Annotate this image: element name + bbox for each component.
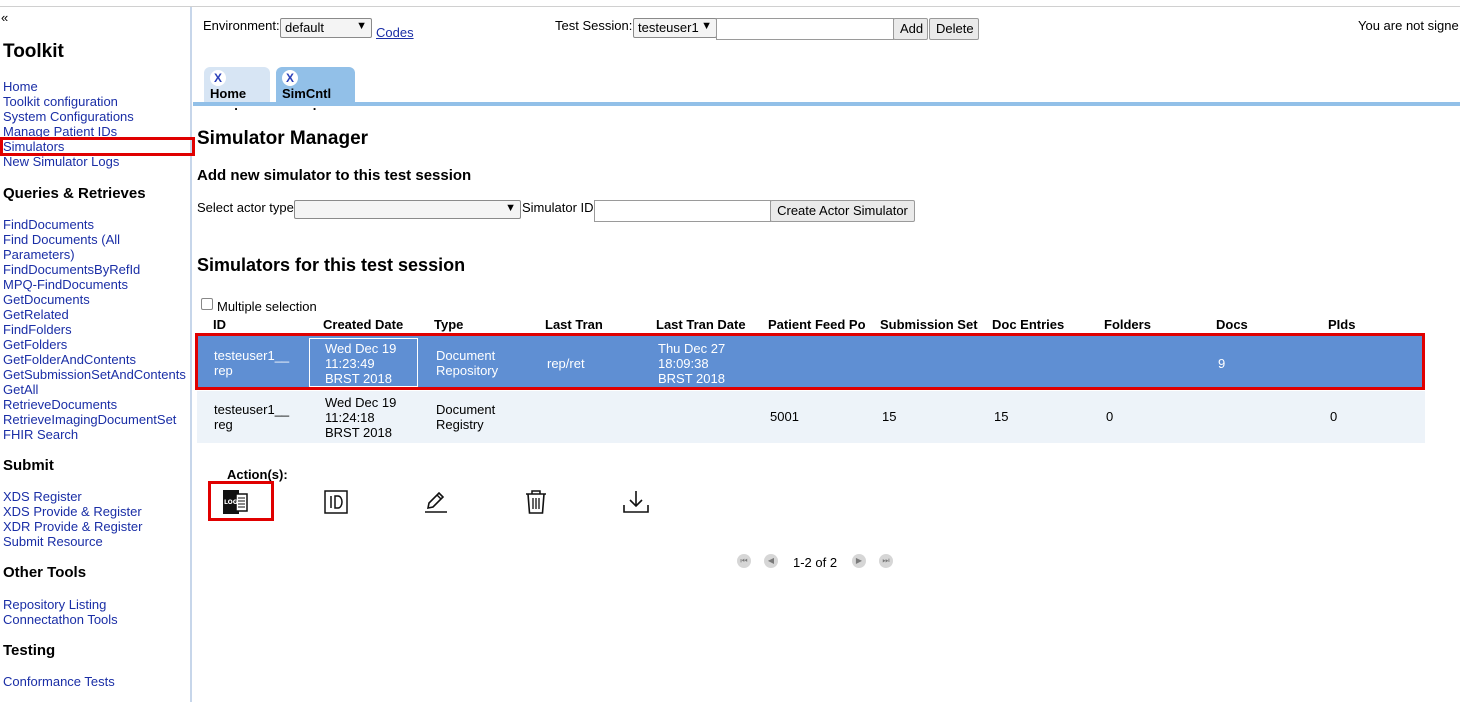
sidebar-title: Toolkit [3,41,64,62]
column-header-id[interactable]: ID [213,317,226,332]
collapse-sidebar-button[interactable]: « [1,10,8,25]
next-page-icon[interactable]: ▶ [852,554,866,568]
tab-home-label: Home [210,86,247,101]
pager-text: 1-2 of 2 [793,555,838,570]
sidebar: « Toolkit Home Toolkit configuration Sys… [0,7,191,702]
sidebar-link-findfolders[interactable]: FindFolders [3,322,72,337]
id-icon[interactable] [324,490,348,514]
actions-label: Action(s): [227,467,288,482]
tab-home[interactable]: XHome . [204,67,270,112]
cell-pids: 0 [1330,409,1338,424]
sidebar-link-home[interactable]: Home [3,79,38,94]
close-tab-icon[interactable]: X [210,70,226,86]
test-session-input[interactable] [716,18,894,40]
cell-folders: 0 [1106,409,1114,424]
delete-session-button[interactable]: Delete [929,18,979,40]
tab-bar-underline [193,102,1460,106]
first-page-icon[interactable]: ⏮ [737,554,751,568]
sidebar-splitter[interactable] [190,7,192,702]
column-header-pids[interactable]: PIds [1328,317,1355,332]
simulator-id-input[interactable] [594,200,771,222]
sidebar-heading-queries: Queries & Retrieves [3,185,146,202]
sidebar-link-new-simulator-logs[interactable]: New Simulator Logs [3,154,119,169]
codes-link[interactable]: Codes [376,25,414,40]
cell-created-date: Wed Dec 19 11:24:18 BRST 2018 [325,395,397,440]
cell-type: Document Registry [436,402,496,432]
dropdown-arrow-icon: ▼ [701,20,712,32]
dropdown-arrow-icon: ▼ [356,20,367,32]
sidebar-link-retrievedocuments[interactable]: RetrieveDocuments [3,397,117,412]
column-header-last-tran-date[interactable]: Last Tran Date [656,317,746,332]
cell-patient-feed: 5001 [770,409,799,424]
column-header-doc-entries[interactable]: Doc Entries [992,317,1064,332]
column-header-docs[interactable]: Docs [1216,317,1248,332]
sidebar-link-xds-register[interactable]: XDS Register [3,489,82,504]
sidebar-link-getsubmissionsetandcontents[interactable]: GetSubmissionSetAndContents [3,367,186,382]
previous-page-icon[interactable]: ◀ [764,554,778,568]
sidebar-link-getall[interactable]: GetAll [3,382,38,397]
highlight-log-action [208,481,274,521]
sidebar-link-repository-listing[interactable]: Repository Listing [3,597,106,612]
last-page-icon[interactable]: ⏭ [879,554,893,568]
sidebar-link-connectathon-tools[interactable]: Connectathon Tools [3,612,118,627]
sidebar-link-find-documents-all[interactable]: Find Documents (All [3,232,120,247]
tab-simcntl-label: SimCntl [282,86,332,101]
column-header-submission-set[interactable]: Submission Set [880,317,978,332]
table-row[interactable]: testeuser1__ reg Wed Dec 19 11:24:18 BRST 2… [197,391,1425,443]
edit-icon[interactable] [423,490,449,514]
multiple-selection-checkbox[interactable] [201,298,213,310]
sidebar-heading-submit: Submit [3,457,54,474]
page-title: Simulator Manager [197,128,369,149]
sidebar-link-getfolderandcontents[interactable]: GetFolderAndContents [3,352,136,367]
sidebar-heading-testing: Testing [3,642,56,659]
multiple-selection-label: Multiple selection [217,299,317,314]
sidebar-link-conformance-tests[interactable]: Conformance Tests [3,674,115,689]
sidebar-link-toolkit-configuration[interactable]: Toolkit configuration [3,94,118,109]
simulators-list-heading: Simulators for this test session [197,255,466,275]
column-header-last-tran[interactable]: Last Tran [545,317,603,332]
column-header-type[interactable]: Type [434,317,463,332]
tab-simcntl[interactable]: XSimCntl . [276,67,355,112]
sidebar-link-retrieveimagingdocumentset[interactable]: RetrieveImagingDocumentSet [3,412,176,427]
sidebar-link-submit-resource[interactable]: Submit Resource [3,534,103,549]
close-tab-icon[interactable]: X [282,70,298,86]
sidebar-link-system-configurations[interactable]: System Configurations [3,109,134,124]
sidebar-link-getdocuments[interactable]: GetDocuments [3,292,90,307]
delete-icon[interactable] [524,489,548,515]
sidebar-link-mpq-finddocuments[interactable]: MPQ-FindDocuments [3,277,128,292]
sidebar-link-find-documents-all-params[interactable]: Parameters) [3,247,75,262]
column-header-patient-feed[interactable]: Patient Feed Po [768,317,866,332]
download-icon[interactable] [622,489,650,515]
sidebar-link-getfolders[interactable]: GetFolders [3,337,67,352]
cell-doc-entries: 15 [994,409,1009,424]
sidebar-link-xdr-provide-register[interactable]: XDR Provide & Register [3,519,142,534]
sidebar-link-getrelated[interactable]: GetRelated [3,307,69,322]
create-actor-simulator-button[interactable]: Create Actor Simulator [770,200,915,222]
environment-select[interactable]: default ▼ [280,18,372,38]
cell-id: testeuser1__ reg [214,402,290,432]
sidebar-link-fhir-search[interactable]: FHIR Search [3,427,78,442]
test-session-label: Test Session: [555,18,633,33]
add-simulator-heading: Add new simulator to this test session [197,167,472,184]
add-session-button[interactable]: Add [893,18,928,40]
dropdown-arrow-icon: ▼ [505,202,516,214]
highlight-selected-row [195,333,1425,390]
column-header-created-date[interactable]: Created Date [323,317,403,332]
highlight-simulators-link [0,137,195,156]
test-session-select[interactable]: testeuser1 ▼ [633,18,717,38]
sidebar-heading-other-tools: Other Tools [3,564,87,581]
simulator-id-label: Simulator ID [522,200,594,215]
actor-type-label: Select actor type [197,200,294,215]
actor-type-select[interactable]: ▼ [294,200,521,219]
sidebar-link-finddocumentsbyrefid[interactable]: FindDocumentsByRefId [3,262,140,277]
sidebar-link-xds-provide-register[interactable]: XDS Provide & Register [3,504,142,519]
top-border [0,6,1460,7]
cell-submission-set: 15 [882,409,897,424]
column-header-folders[interactable]: Folders [1104,317,1151,332]
environment-label: Environment: [203,18,280,33]
sidebar-link-finddocuments[interactable]: FindDocuments [3,217,94,232]
signin-status: You are not signe [1358,18,1459,33]
